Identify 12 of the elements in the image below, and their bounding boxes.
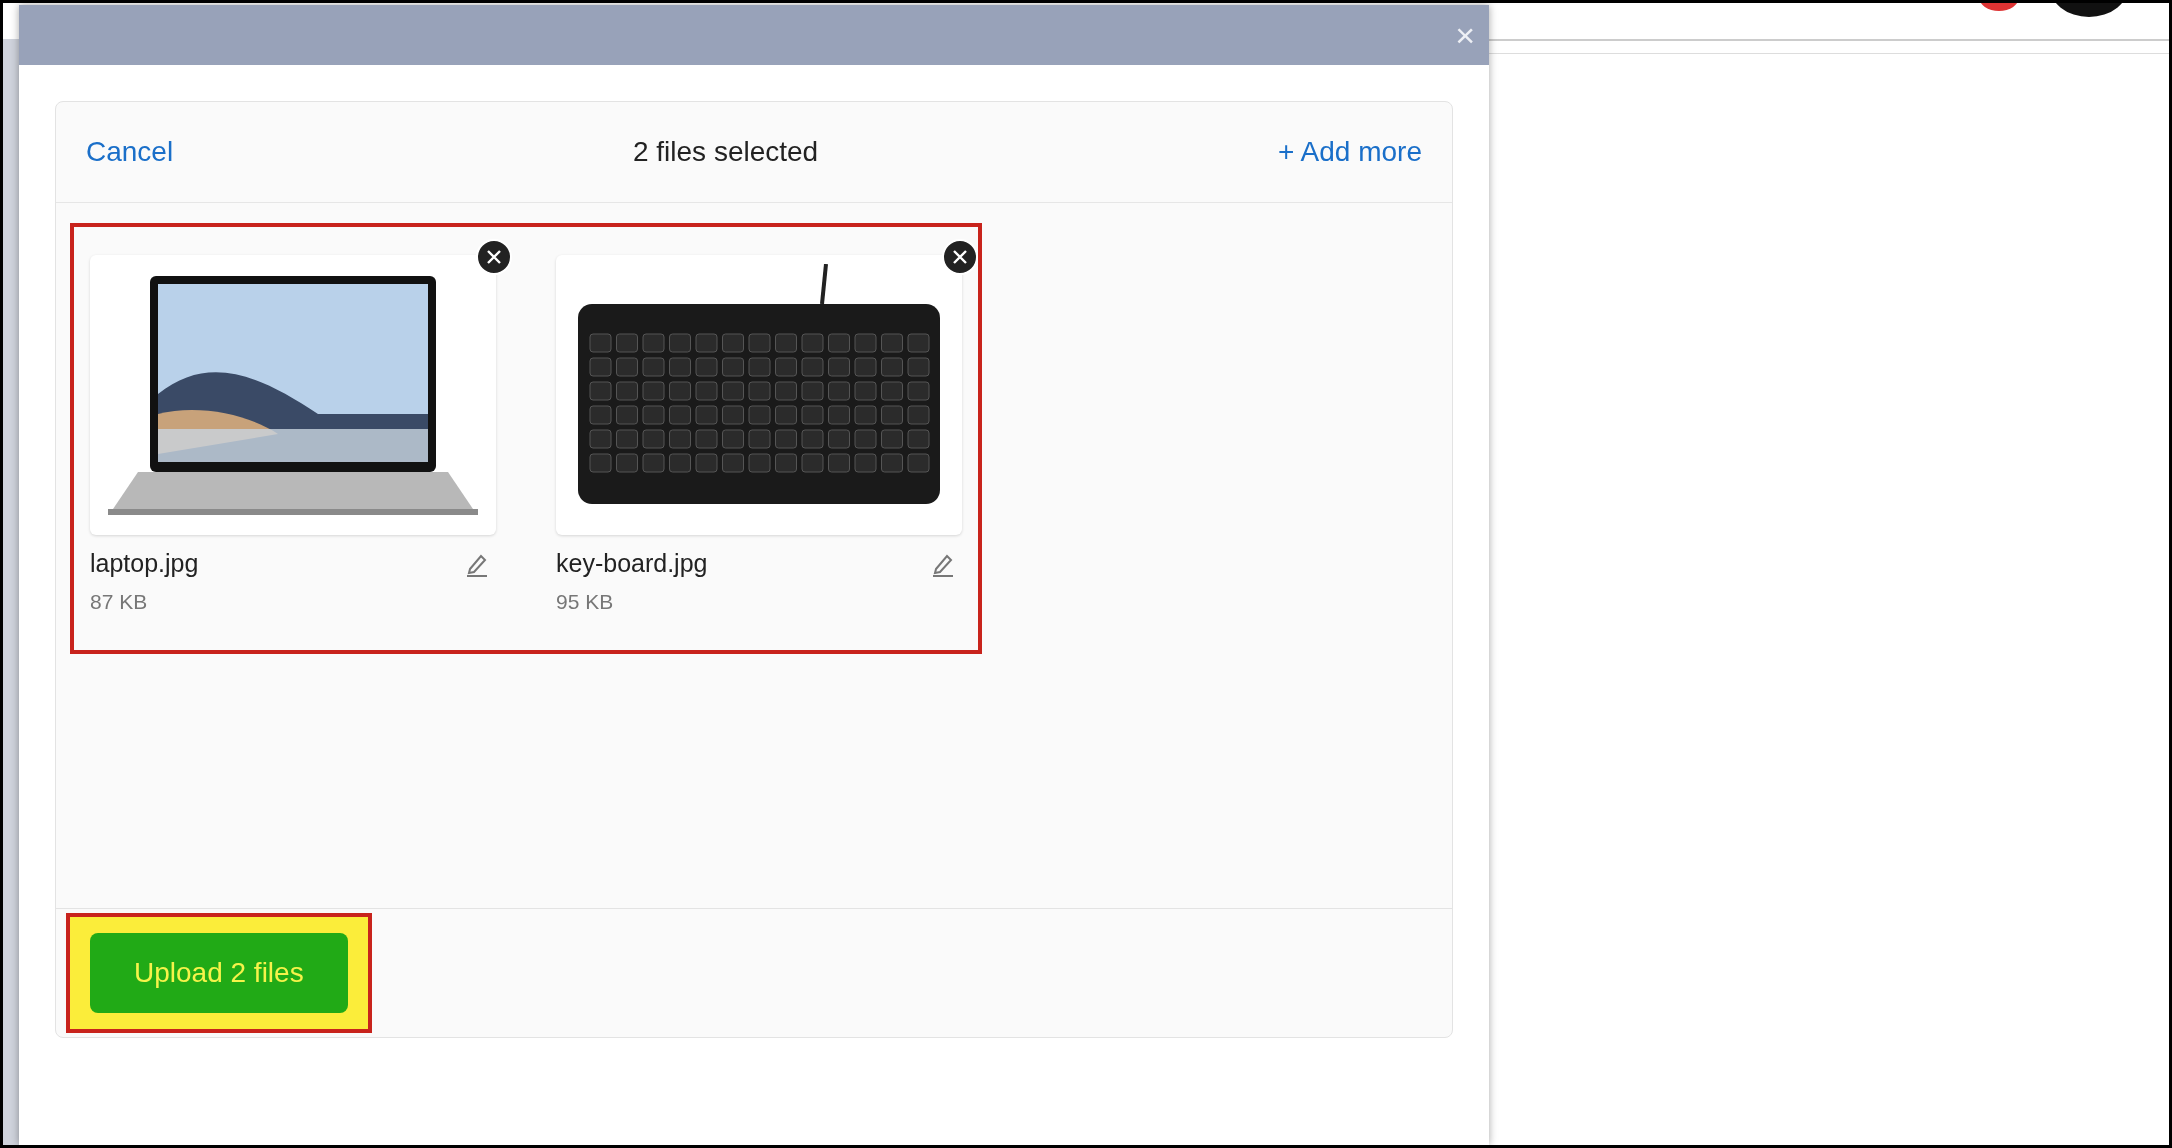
remove-button[interactable]: [942, 239, 978, 275]
panel-title: 2 files selected: [632, 136, 819, 168]
file-size: 87 KB: [90, 590, 149, 614]
cancel-link[interactable]: Cancel: [86, 136, 174, 168]
file-size: 95 KB: [556, 590, 615, 614]
close-icon: [952, 249, 968, 265]
file-name: key-board.jpg: [556, 549, 708, 578]
close-icon: [486, 249, 502, 265]
upload-button[interactable]: Upload 2 files: [90, 933, 348, 1013]
add-more-link[interactable]: + Add more: [1278, 136, 1422, 168]
remove-button[interactable]: [476, 239, 512, 275]
file-name: laptop.jpg: [90, 549, 199, 578]
